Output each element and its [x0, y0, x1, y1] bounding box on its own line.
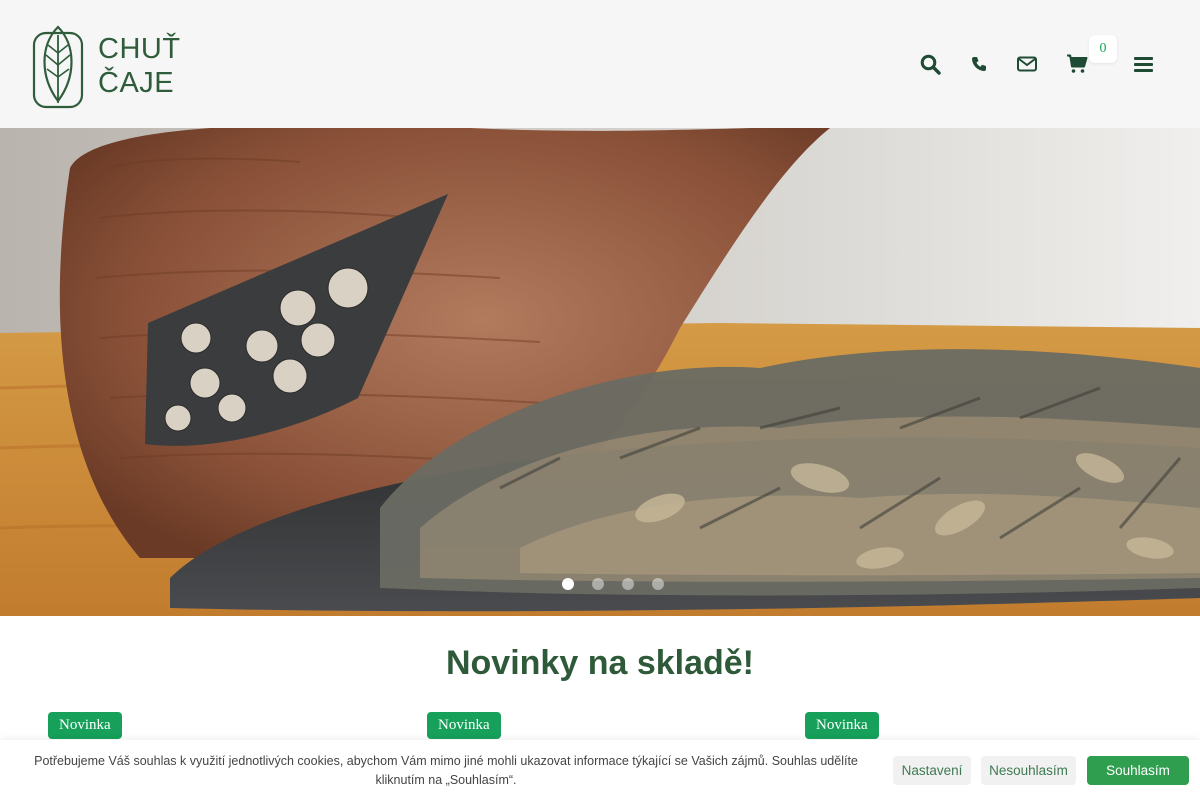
- cart-icon[interactable]: [1065, 52, 1089, 76]
- envelope-icon[interactable]: [1015, 52, 1039, 76]
- menu-icon[interactable]: [1131, 52, 1155, 76]
- product-badge-1: Novinka: [48, 712, 122, 739]
- search-icon[interactable]: [918, 52, 942, 76]
- header-actions: [0, 40, 1200, 88]
- site-header: CHUŤ ČAJE 0: [0, 0, 1200, 128]
- slider-dot-2[interactable]: [592, 578, 604, 590]
- slider-dot-1[interactable]: [562, 578, 574, 590]
- section-title: Novinky na skladě!: [445, 644, 754, 682]
- slider-dots: [562, 578, 664, 592]
- cookie-settings-button[interactable]: Nastavení: [893, 756, 971, 785]
- cookie-decline-button[interactable]: Nesouhlasím: [981, 756, 1076, 785]
- cookie-accept-button[interactable]: Souhlasím: [1087, 756, 1189, 785]
- cookie-consent-bar: Potřebujeme Váš souhlas k využití jednot…: [0, 740, 1200, 800]
- cookie-message: Potřebujeme Váš souhlas k využití jednot…: [34, 754, 858, 787]
- phone-icon[interactable]: [967, 52, 991, 76]
- cart-count-badge: 0: [1089, 35, 1117, 63]
- hero-slider[interactable]: [0, 128, 1200, 616]
- hero-image: [0, 128, 1200, 616]
- slider-dot-3[interactable]: [622, 578, 634, 590]
- slider-dot-4[interactable]: [652, 578, 664, 590]
- product-badge-3: Novinka: [805, 712, 879, 739]
- product-badge-2: Novinka: [427, 712, 501, 739]
